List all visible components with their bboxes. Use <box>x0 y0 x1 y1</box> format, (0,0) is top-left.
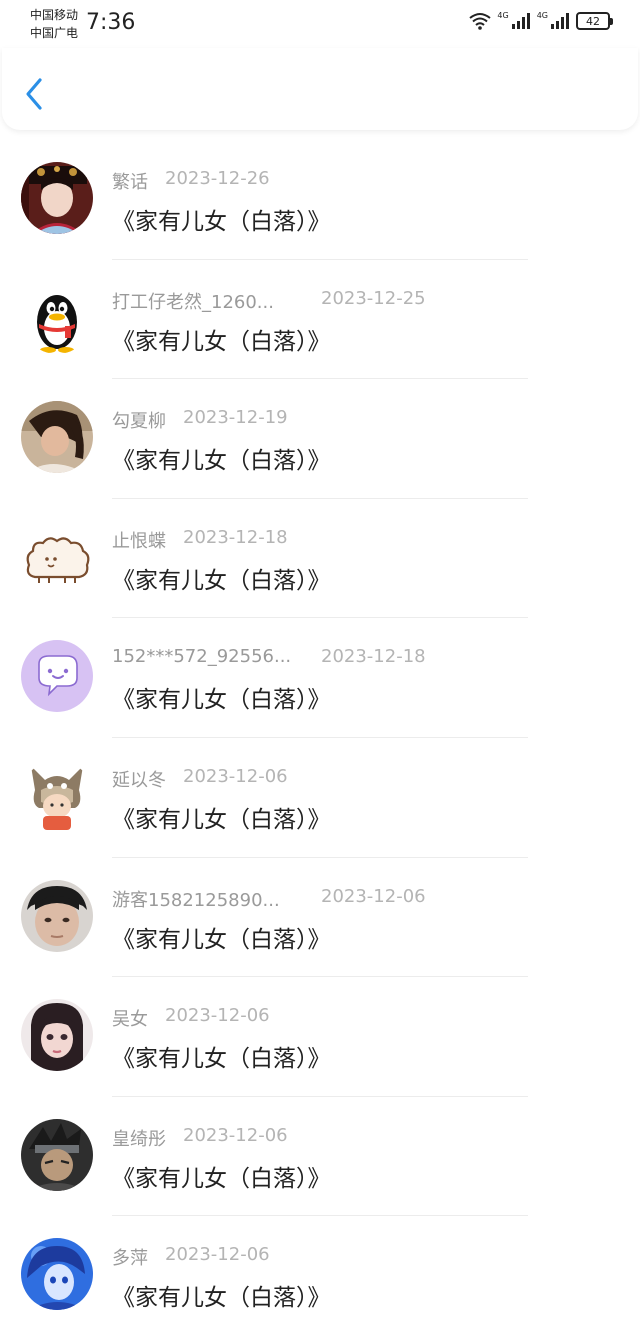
date: 2023-12-18 <box>321 646 426 668</box>
list-item[interactable]: 吴女 2023-12-06 《家有儿女（白落）》 <box>0 977 640 1097</box>
battery-icon: 42 <box>576 12 613 30</box>
item-title[interactable]: 《家有儿女（白落）》 <box>112 322 331 356</box>
item-title[interactable]: 《家有儿女（白落）》 <box>112 1159 331 1193</box>
date: 2023-12-26 <box>165 168 270 189</box>
item-meta: 152***572_92556... 2023-12-18 <box>112 646 426 672</box>
item-meta: 多萍 2023-12-06 <box>112 1244 270 1270</box>
wifi-icon <box>469 13 492 30</box>
list-item[interactable]: 游客1582125890... 2023-12-06 《家有儿女（白落）》 <box>0 858 640 978</box>
battery-level: 42 <box>586 14 600 28</box>
clock: 7:36 <box>86 10 136 35</box>
comment-list: 繁话 2023-12-26 《家有儿女（白落）》 打工仔老然_1260... 2… <box>0 140 640 1328</box>
date: 2023-12-06 <box>183 765 288 787</box>
item-title[interactable]: 《家有儿女（白落）》 <box>112 561 331 595</box>
nav-bar <box>2 48 638 130</box>
carrier-info: 中国移动 中国广电 <box>30 6 78 42</box>
item-title[interactable]: 《家有儿女（白落）》 <box>112 441 331 475</box>
status-icons: 4G 4G 42 <box>469 10 613 30</box>
item-meta: 打工仔老然_1260... 2023-12-25 <box>112 288 426 314</box>
date: 2023-12-18 <box>183 526 288 548</box>
avatar[interactable] <box>21 1238 93 1311</box>
avatar-palace-lady <box>21 162 93 234</box>
chat-bubble-icon <box>21 640 93 713</box>
username[interactable]: 皇绮彤 <box>112 1125 166 1151</box>
item-meta: 止恨蝶 2023-12-18 <box>112 527 288 553</box>
list-item[interactable]: 勾夏柳 2023-12-19 《家有儿女（白落）》 <box>0 379 640 499</box>
qq-penguin-icon <box>21 281 93 354</box>
back-button[interactable] <box>20 76 50 112</box>
username[interactable]: 勾夏柳 <box>112 407 166 433</box>
item-title[interactable]: 《家有儿女（白落）》 <box>112 1039 331 1073</box>
avatar-anime-blue <box>21 1238 93 1311</box>
item-title[interactable]: 《家有儿女（白落）》 <box>112 680 331 714</box>
avatar-boy-photo <box>21 879 93 952</box>
avatar[interactable] <box>21 162 93 234</box>
list-item[interactable]: 皇绮彤 2023-12-06 《家有儿女（白落）》 <box>0 1097 640 1217</box>
date: 2023-12-06 <box>165 1244 270 1266</box>
avatar[interactable] <box>21 281 93 354</box>
network-label-2: 4G <box>536 10 548 20</box>
username[interactable]: 止恨蝶 <box>112 527 166 553</box>
avatar[interactable] <box>21 1118 93 1191</box>
avatar-girl-selfie <box>21 999 93 1072</box>
item-title[interactable]: 《家有儿女（白落）》 <box>112 800 331 834</box>
list-item[interactable]: 152***572_92556... 2023-12-18 《家有儿女（白落）》 <box>0 618 640 738</box>
avatar[interactable] <box>21 520 93 593</box>
avatar[interactable] <box>21 759 93 832</box>
avatar-cartoon-totoro-kid <box>21 759 93 832</box>
item-meta: 吴女 2023-12-06 <box>112 1005 270 1031</box>
item-title[interactable]: 《家有儿女（白落）》 <box>112 202 331 236</box>
date: 2023-12-06 <box>183 1124 288 1146</box>
date: 2023-12-25 <box>321 287 426 309</box>
item-title[interactable]: 《家有儿女（白落）》 <box>112 920 331 954</box>
item-meta: 延以冬 2023-12-06 <box>112 766 288 792</box>
username[interactable]: 多萍 <box>112 1244 148 1270</box>
username[interactable]: 延以冬 <box>112 766 166 792</box>
avatar-sketch-sheep <box>21 520 93 593</box>
status-bar: 中国移动 中国广电 7:36 4G 4G 42 <box>0 0 640 48</box>
signal-icon-2 <box>551 13 569 29</box>
avatar[interactable] <box>21 640 93 713</box>
list-item[interactable]: 延以冬 2023-12-06 《家有儿女（白落）》 <box>0 738 640 858</box>
avatar-anime-ninja <box>21 1118 93 1191</box>
carrier-2: 中国广电 <box>30 26 79 40</box>
avatar-girl-photo <box>21 401 93 474</box>
date: 2023-12-06 <box>321 885 426 907</box>
date: 2023-12-19 <box>183 407 288 429</box>
date: 2023-12-06 <box>165 1005 270 1027</box>
avatar[interactable] <box>21 879 93 952</box>
item-meta: 皇绮彤 2023-12-06 <box>112 1125 288 1151</box>
username[interactable]: 152***572_92556... <box>112 646 304 672</box>
list-item[interactable]: 止恨蝶 2023-12-18 《家有儿女（白落）》 <box>0 499 640 619</box>
avatar[interactable] <box>21 401 93 474</box>
username[interactable]: 打工仔老然_1260... <box>112 288 304 314</box>
network-label-1: 4G <box>497 10 509 20</box>
carrier-1: 中国移动 <box>30 8 79 22</box>
username[interactable]: 游客1582125890... <box>112 886 304 912</box>
avatar[interactable] <box>21 999 93 1072</box>
signal-icon <box>511 13 530 29</box>
username[interactable]: 吴女 <box>112 1005 148 1031</box>
item-title[interactable]: 《家有儿女（白落）》 <box>112 1278 331 1312</box>
item-meta: 勾夏柳 2023-12-19 <box>112 407 288 433</box>
item-meta: 游客1582125890... 2023-12-06 <box>112 886 426 912</box>
username[interactable]: 繁话 <box>112 168 148 194</box>
item-meta: 繁话 2023-12-26 <box>112 168 270 194</box>
list-item[interactable]: 多萍 2023-12-06 《家有儿女（白落）》 <box>0 1216 640 1328</box>
list-item[interactable]: 繁话 2023-12-26 《家有儿女（白落）》 <box>0 140 640 260</box>
list-item[interactable]: 打工仔老然_1260... 2023-12-25 《家有儿女（白落）》 <box>0 260 640 380</box>
chevron-left-icon <box>26 78 42 110</box>
